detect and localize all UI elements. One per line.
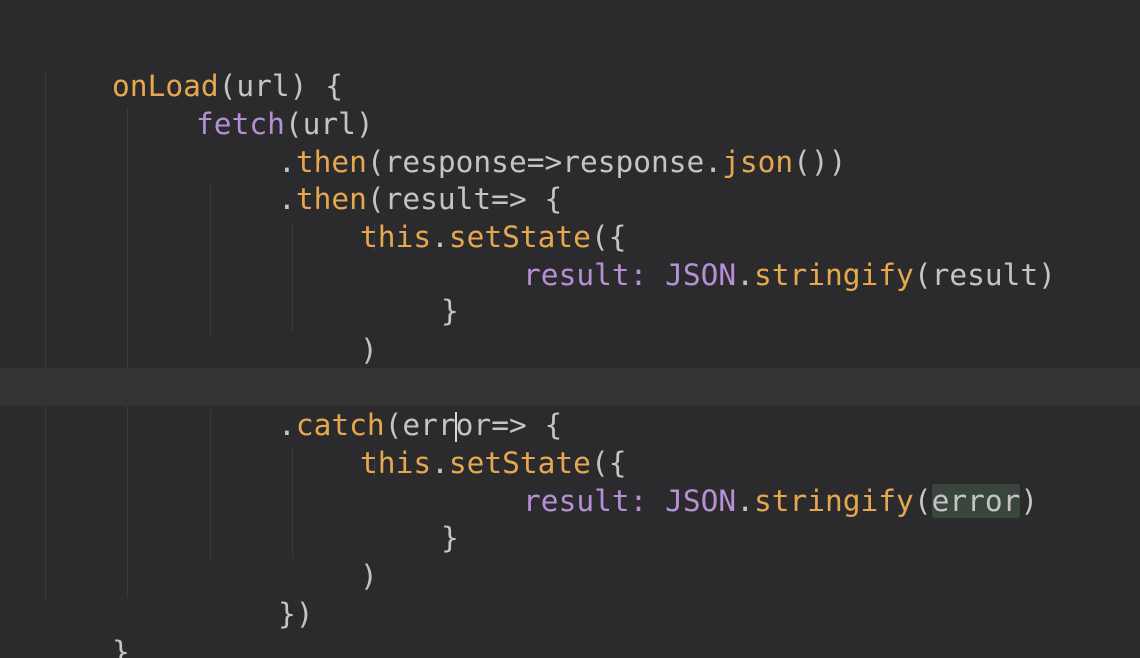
code-line[interactable]: } <box>0 595 1140 658</box>
code-line[interactable]: ) <box>0 293 1140 367</box>
code-line[interactable]: this.setState({ <box>0 406 1140 480</box>
code-line[interactable]: } <box>0 481 1140 555</box>
code-line[interactable]: } <box>0 254 1140 328</box>
code-line[interactable]: result: JSON.stringify(result) <box>0 218 1140 292</box>
code-line[interactable]: .then(response=>response.json()) <box>0 105 1140 179</box>
code-line[interactable]: ) <box>0 519 1140 593</box>
code-line[interactable]: }) <box>0 330 1140 404</box>
code-line[interactable]: fetch(url) <box>0 67 1140 141</box>
code-line[interactable]: }) <box>0 557 1140 631</box>
code-line[interactable]: onLoad(url) { <box>0 29 1140 103</box>
code-editor[interactable]: onLoad(url) { fetch(url) .then(response=… <box>0 0 1140 658</box>
code-line[interactable]: this.setState({ <box>0 180 1140 254</box>
code-text: } <box>112 635 130 658</box>
current-code-line[interactable]: .catch(error=> { <box>0 368 1140 442</box>
code-line[interactable]: .then(result=> { <box>0 142 1140 216</box>
code-line[interactable]: result: JSON.stringify(error) <box>0 444 1140 518</box>
